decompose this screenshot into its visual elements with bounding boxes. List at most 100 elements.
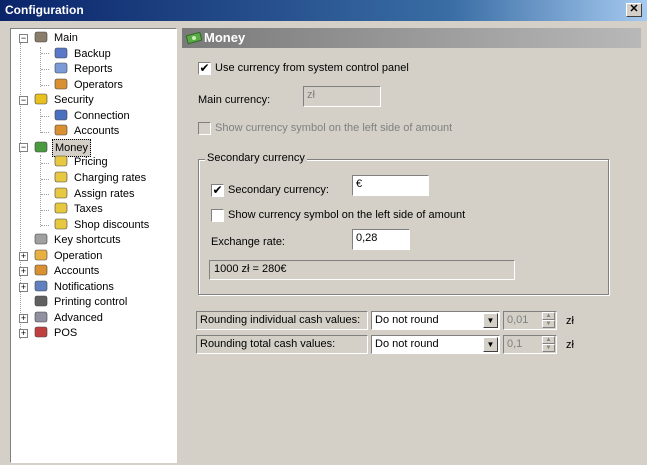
expand-icon[interactable]: + bbox=[19, 313, 28, 323]
chevron-down-icon[interactable]: ▼ bbox=[483, 313, 498, 328]
tree-item-label: Assign rates bbox=[74, 187, 135, 200]
rounding-individual-precision[interactable]: 0,01 ▲ ▼ bbox=[503, 311, 557, 330]
rounding-individual-precision-value: 0,01 bbox=[507, 314, 529, 326]
spin-up-icon[interactable]: ▲ bbox=[542, 312, 555, 320]
tree-item-label: Main bbox=[54, 32, 78, 44]
rounding-total-precision-value: 0,1 bbox=[507, 338, 523, 350]
tree-item-label: Reports bbox=[74, 63, 113, 76]
tree-item-connection[interactable]: Connection bbox=[53, 108, 132, 124]
tree-item-label: Accounts bbox=[74, 125, 120, 138]
pos-icon bbox=[34, 327, 48, 338]
close-button[interactable]: ✕ bbox=[626, 3, 642, 17]
printer-icon bbox=[34, 296, 48, 307]
tree-item-pos[interactable]: + POS bbox=[19, 325, 79, 341]
advanced-icon bbox=[34, 311, 48, 323]
tree-item-label: Pricing bbox=[74, 156, 108, 169]
title-bar: Configuration ✕ bbox=[0, 0, 647, 21]
show-symbol-left-main-label: Show currency symbol on the left side of… bbox=[215, 122, 453, 134]
tree-item-assign-rates[interactable]: Assign rates bbox=[53, 186, 137, 202]
spin-down-icon[interactable]: ▼ bbox=[542, 344, 555, 352]
tree-item-pricing[interactable]: Pricing bbox=[53, 154, 110, 170]
tree-item-label: Key shortcuts bbox=[54, 234, 121, 247]
exchange-example: 1000 zł = 280€ bbox=[209, 260, 515, 280]
tree-item-accounts[interactable]: + Accounts bbox=[19, 263, 101, 279]
house-icon bbox=[34, 31, 48, 43]
tree-item-label: Charging rates bbox=[74, 171, 147, 184]
operation-icon bbox=[34, 249, 48, 260]
secondary-currency-field[interactable]: € bbox=[352, 175, 429, 196]
collapse-icon[interactable]: − bbox=[19, 96, 28, 106]
rounding-individual-unit: zł bbox=[566, 315, 574, 327]
tree-item-label: Backup bbox=[74, 47, 111, 60]
tree-item-money[interactable]: − Money bbox=[19, 138, 92, 157]
tree-item-label: Operators bbox=[74, 78, 123, 91]
tree-item-accounts[interactable]: Accounts bbox=[53, 123, 121, 139]
rounding-individual-select[interactable]: Do not round ▼ bbox=[371, 311, 500, 330]
tree-item-advanced[interactable]: + Advanced bbox=[19, 310, 105, 326]
expand-icon[interactable]: + bbox=[19, 329, 28, 339]
tree-item-operation[interactable]: + Operation bbox=[19, 248, 104, 264]
collapse-icon[interactable]: − bbox=[19, 142, 28, 152]
expand-icon[interactable]: + bbox=[19, 282, 28, 292]
folder-icon bbox=[54, 218, 68, 229]
use-system-currency-checkbox[interactable]: ✔ bbox=[198, 62, 211, 75]
money-icon bbox=[186, 31, 202, 45]
use-system-currency-label: Use currency from system control panel bbox=[215, 62, 409, 74]
tree-item-label: Taxes bbox=[74, 203, 103, 216]
tree-item-label: Shop discounts bbox=[74, 218, 150, 231]
rounding-total-label: Rounding total cash values: bbox=[196, 335, 368, 354]
accounts-icon bbox=[54, 124, 68, 136]
tree-item-backup[interactable]: Backup bbox=[53, 46, 113, 62]
tree-item-label: Notifications bbox=[54, 280, 114, 293]
secondary-currency-checkbox[interactable]: ✔ bbox=[211, 184, 224, 197]
report-icon bbox=[54, 62, 68, 74]
tree-item-security[interactable]: − Security bbox=[19, 92, 96, 108]
expand-icon[interactable]: + bbox=[19, 267, 28, 277]
tree-item-label: Accounts bbox=[54, 265, 100, 278]
tree-item-label: Printing control bbox=[54, 296, 128, 309]
folder-icon bbox=[54, 156, 68, 167]
collapse-icon[interactable]: − bbox=[19, 34, 28, 43]
tree-item-reports[interactable]: Reports bbox=[53, 61, 115, 77]
tree-item-printing-control[interactable]: Printing control bbox=[33, 294, 129, 310]
rounding-total-unit: zł bbox=[566, 339, 574, 351]
tree-item-shop-discounts[interactable]: Shop discounts bbox=[53, 217, 151, 233]
rounding-total-value: Do not round bbox=[375, 338, 439, 350]
secondary-currency-group-title: Secondary currency bbox=[205, 152, 307, 164]
tree-item-label: POS bbox=[54, 327, 78, 340]
tree-item-label: Connection bbox=[74, 109, 130, 122]
rounding-total-precision[interactable]: 0,1 ▲ ▼ bbox=[503, 335, 557, 354]
expand-icon[interactable]: + bbox=[19, 251, 28, 261]
section-header: Money bbox=[182, 28, 641, 48]
tree-item-main[interactable]: − Main bbox=[19, 30, 80, 46]
chevron-down-icon[interactable]: ▼ bbox=[483, 337, 498, 352]
tree-item-key-shortcuts[interactable]: Key shortcuts bbox=[33, 232, 123, 248]
tree-item-taxes[interactable]: Taxes bbox=[53, 201, 105, 217]
window-title: Configuration bbox=[5, 3, 84, 17]
assign-icon bbox=[54, 187, 68, 198]
keyboard-icon bbox=[34, 233, 48, 245]
show-symbol-left-secondary-checkbox[interactable] bbox=[211, 209, 224, 222]
navigation-tree: − Main Backup Reports Operators − Security Conn… bbox=[10, 28, 177, 463]
accounts-icon bbox=[34, 264, 48, 276]
rounding-individual-value: Do not round bbox=[375, 314, 439, 326]
tree-item-charging-rates[interactable]: Charging rates bbox=[53, 170, 148, 186]
show-symbol-left-secondary-label: Show currency symbol on the left side of… bbox=[228, 209, 466, 221]
operators-icon bbox=[54, 78, 68, 89]
tree-item-notifications[interactable]: + Notifications bbox=[19, 279, 116, 295]
folder-icon bbox=[54, 171, 68, 183]
rounding-total-select[interactable]: Do not round ▼ bbox=[371, 335, 500, 354]
show-symbol-left-main-checkbox[interactable] bbox=[198, 122, 211, 135]
main-currency-field[interactable]: zł bbox=[303, 86, 381, 107]
shield-icon bbox=[34, 93, 48, 105]
exchange-rate-label: Exchange rate: bbox=[211, 236, 285, 248]
rounding-individual-label: Rounding individual cash values: bbox=[196, 311, 368, 330]
exchange-rate-field[interactable]: 0,28 bbox=[352, 229, 410, 250]
spin-up-icon[interactable]: ▲ bbox=[542, 336, 555, 344]
tree-item-operators[interactable]: Operators bbox=[53, 77, 125, 93]
tree-item-label: Operation bbox=[54, 249, 103, 262]
connection-icon bbox=[54, 109, 68, 121]
tree-item-label: Security bbox=[54, 94, 94, 107]
folder-icon bbox=[54, 202, 68, 214]
spin-down-icon[interactable]: ▼ bbox=[542, 320, 555, 328]
